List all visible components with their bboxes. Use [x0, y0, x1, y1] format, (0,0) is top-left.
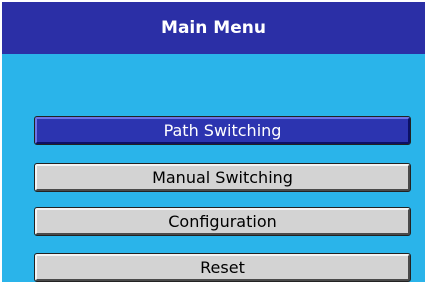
configuration-button[interactable]: Configuration	[34, 207, 411, 236]
path-switching-button[interactable]: Path Switching	[34, 116, 411, 145]
reset-button[interactable]: Reset	[34, 253, 411, 282]
page-title: Main Menu	[2, 2, 425, 54]
manual-switching-button[interactable]: Manual Switching	[34, 163, 411, 192]
main-menu-screen: Main Menu Path Switching Manual Switchin…	[2, 2, 425, 282]
